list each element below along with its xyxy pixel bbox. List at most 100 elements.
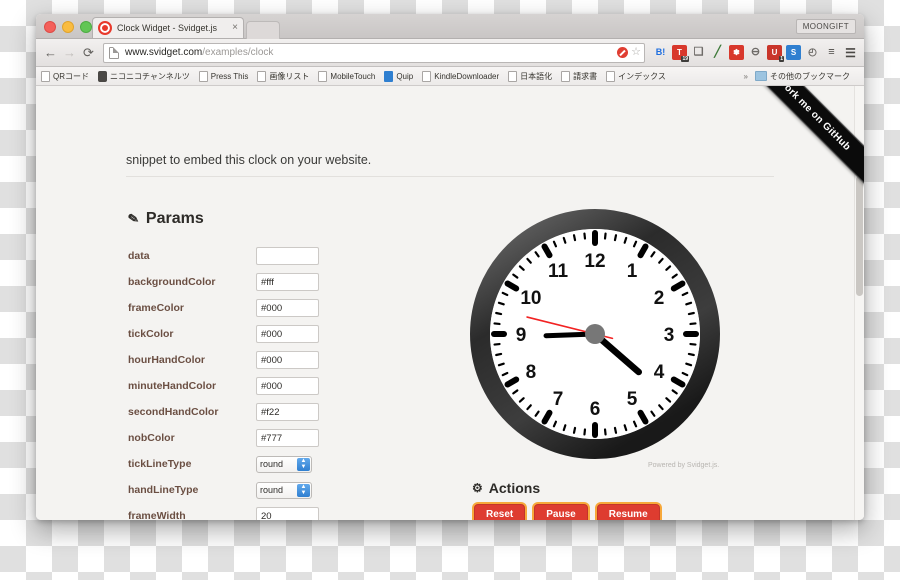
bookmark-star-icon[interactable]: ☆	[631, 47, 641, 58]
param-label: hourHandColor	[128, 354, 205, 366]
bookmark-item-other-bookmarks[interactable]: その他のブックマーク	[755, 71, 850, 82]
blocked-content-icon[interactable]	[617, 47, 629, 58]
clover-extension-icon[interactable]: ✽	[729, 45, 744, 60]
param-input-nobColor[interactable]: #777	[256, 429, 319, 447]
ublock-extension-icon[interactable]: U1	[767, 45, 784, 62]
clock-extension-icon[interactable]: ◴	[805, 45, 820, 60]
clock-numeral: 8	[526, 362, 537, 383]
chevron-updown-icon[interactable]: ▲ ▼	[297, 457, 310, 471]
params-heading-label: Params	[145, 210, 204, 227]
bookmark-item-mobiletouch[interactable]: MobileTouch	[318, 70, 375, 82]
param-row-tickLineType: tickLineType round ▲ ▼	[128, 451, 508, 477]
page-info-icon[interactable]	[109, 46, 119, 59]
param-select-tickLineType[interactable]: round ▲ ▼	[256, 455, 312, 473]
bookmark-item-invoice[interactable]: 請求書	[561, 70, 597, 82]
page-favicon-icon	[508, 70, 518, 82]
params-heading: ✎ Params	[127, 210, 204, 228]
clock-nob	[585, 324, 605, 344]
param-row-data: data	[128, 243, 508, 269]
param-select-handLineType[interactable]: round ▲ ▼	[256, 481, 312, 499]
address-bar-url: www.svidget.com/examples/clock	[125, 47, 273, 58]
smile-extension-icon[interactable]: ⊖	[748, 45, 763, 60]
evernote-extension-icon[interactable]: S	[786, 45, 801, 60]
resume-button[interactable]: Resume	[596, 504, 660, 520]
bookmarks-overflow-icon[interactable]: »	[744, 72, 748, 81]
param-label: nobColor	[128, 432, 175, 444]
bookmark-item-index[interactable]: インデックス	[606, 70, 666, 82]
bookmark-item-quip[interactable]: Quip	[384, 70, 413, 82]
page-favicon-icon	[318, 70, 328, 82]
param-row-frameWidth: frameWidth 20	[128, 503, 508, 520]
minimize-window-button[interactable]	[62, 21, 74, 33]
param-input-secondHandColor[interactable]: #f22	[256, 403, 319, 421]
param-input-backgroundColor[interactable]: #fff	[256, 273, 319, 291]
actions-heading: ⚙ Actions	[472, 480, 540, 496]
clock-numeral: 4	[654, 362, 665, 383]
pause-button[interactable]: Pause	[534, 504, 588, 520]
bookmark-label: ニコニコチャンネルツ	[110, 71, 190, 81]
param-label: backgroundColor	[128, 276, 216, 288]
bookmark-item-imagelist[interactable]: 画像リスト	[257, 70, 309, 82]
param-row-nobColor: nobColor #777	[128, 425, 508, 451]
page-favicon-icon	[606, 70, 616, 82]
tweetdeck-extension-icon[interactable]: T 19	[672, 45, 689, 62]
back-icon[interactable]: ←	[42, 44, 59, 61]
chrome-menu-icon[interactable]: ☰	[843, 45, 858, 60]
cube-extension-icon[interactable]: ❑	[691, 45, 706, 60]
bookmark-item-qrcode[interactable]: QRコード	[41, 70, 89, 82]
reset-button[interactable]: Reset	[474, 504, 526, 520]
clock-numeral: 10	[520, 288, 541, 309]
page-scrollbar-thumb[interactable]	[856, 176, 863, 296]
ublock-glyph: U	[771, 47, 778, 57]
param-label: handLineType	[128, 484, 199, 496]
bookmark-item-niconico[interactable]: ニコニコチャンネルツ	[98, 70, 190, 82]
clock-numeral: 6	[590, 399, 601, 420]
bookmark-label: Press This	[210, 71, 249, 81]
extensions-bar: B! T 19 ❑ ╱ ✽ ⊖ U1 S ◴ ≡ ☰	[653, 45, 858, 62]
bookmark-item-pressthis[interactable]: Press This	[198, 70, 249, 82]
browser-tab[interactable]: Clock Widget - Svidget.js ×	[92, 17, 244, 38]
param-label: tickLineType	[128, 458, 192, 470]
bookmark-label: QRコード	[53, 71, 89, 81]
param-input-tickColor[interactable]: #000	[256, 325, 319, 343]
clock-widget[interactable]: 12 1 2 3 4 5 6 7 8 9 10 11	[470, 209, 720, 459]
close-tab-icon[interactable]: ×	[232, 23, 238, 33]
maximize-window-button[interactable]	[80, 21, 92, 33]
clock-numeral: 1	[627, 261, 638, 282]
param-input-hourHandColor[interactable]: #000	[256, 351, 319, 369]
tab-favicon-icon	[98, 21, 112, 35]
param-row-secondHandColor: secondHandColor #f22	[128, 399, 508, 425]
actions-heading-label: Actions	[488, 480, 541, 496]
address-bar[interactable]: www.svidget.com/examples/clock ☆	[103, 42, 645, 63]
close-window-button[interactable]	[44, 21, 56, 33]
param-input-frameColor[interactable]: #000	[256, 299, 319, 317]
gears-icon: ⚙	[472, 481, 483, 495]
clock-numeral: 5	[627, 389, 638, 410]
chevron-updown-icon[interactable]: ▲ ▼	[297, 483, 310, 497]
eyedropper-extension-icon[interactable]: ╱	[710, 45, 725, 60]
page-viewport: snippet to embed this clock on your webs…	[36, 86, 864, 520]
param-input-frameWidth[interactable]: 20	[256, 507, 319, 520]
forward-icon[interactable]: →	[61, 44, 78, 61]
bookmark-item-japanese[interactable]: 日本語化	[508, 70, 553, 82]
param-input-minuteHandColor[interactable]: #000	[256, 377, 319, 395]
bookmark-label: 日本語化	[520, 71, 553, 81]
page-favicon-icon	[257, 70, 267, 82]
bookmark-label: その他のブックマーク	[770, 71, 850, 81]
param-select-value: round	[260, 459, 284, 469]
reload-icon[interactable]: ⟳	[80, 44, 97, 61]
hatena-bookmark-extension-icon[interactable]: B!	[653, 45, 668, 60]
param-input-data[interactable]	[256, 247, 319, 265]
ublock-badge: 1	[779, 56, 784, 62]
clock-numeral: 11	[548, 261, 569, 282]
new-tab-button[interactable]	[246, 21, 280, 39]
layers-extension-icon[interactable]: ≡	[824, 45, 839, 60]
tweetdeck-badge: 19	[681, 56, 689, 62]
tab-title: Clock Widget - Svidget.js	[117, 23, 218, 33]
bookmark-label: インデックス	[618, 71, 666, 81]
param-label: data	[128, 250, 150, 262]
browser-window: Clock Widget - Svidget.js × MOONGIFT ← →…	[36, 14, 864, 520]
profile-name-button[interactable]: MOONGIFT	[795, 19, 856, 34]
bookmark-item-kindledownloader[interactable]: KindleDownloader	[422, 70, 499, 82]
param-label: tickColor	[128, 328, 174, 340]
